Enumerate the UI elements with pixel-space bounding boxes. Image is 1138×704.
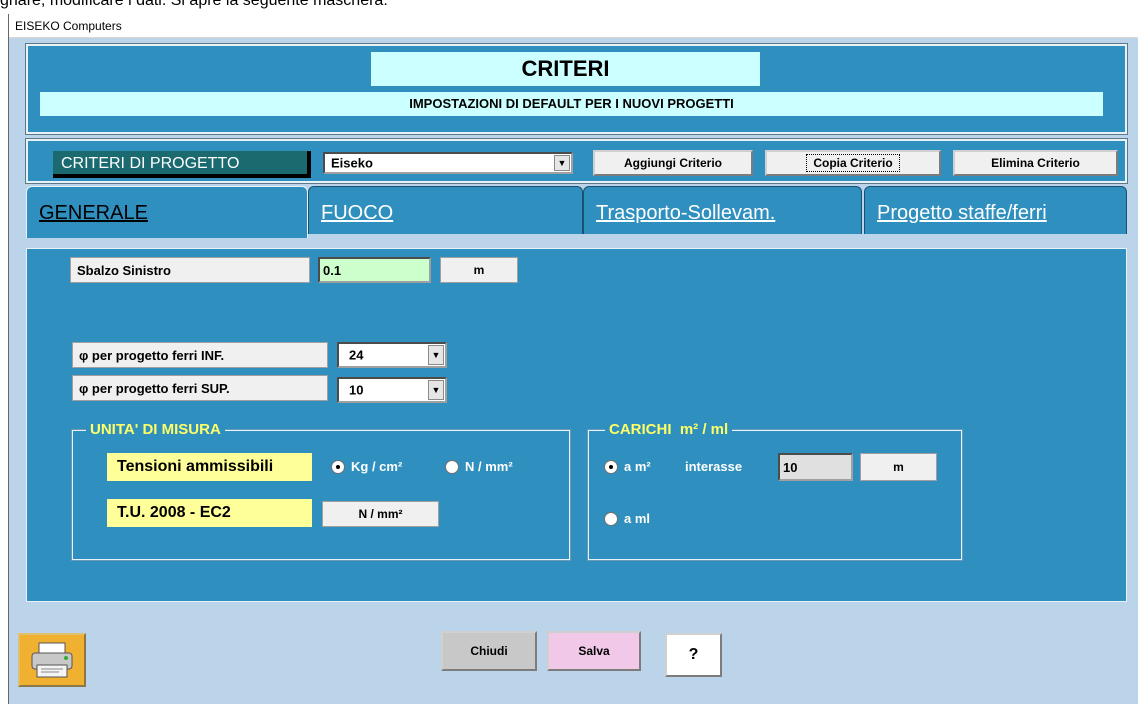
print-button[interactable] bbox=[18, 633, 86, 687]
interasse-unit: m bbox=[860, 453, 937, 481]
radio-unselected-icon bbox=[604, 511, 618, 526]
radio-kg-cm2-label: Kg / cm² bbox=[351, 459, 403, 474]
chevron-down-icon[interactable]: ▼ bbox=[428, 380, 444, 400]
tab-fuoco[interactable]: FUOCO bbox=[308, 186, 583, 234]
tu-unit: N / mm² bbox=[322, 501, 439, 527]
printer-icon bbox=[31, 642, 73, 678]
interasse-label: interasse bbox=[685, 459, 743, 474]
delete-criterion-button[interactable]: Elimina Criterio bbox=[953, 150, 1118, 176]
inf-bars-value: 24 bbox=[349, 347, 364, 363]
help-button[interactable]: ? bbox=[665, 633, 722, 677]
copy-criterion-button[interactable]: Copia Criterio bbox=[765, 150, 941, 176]
radio-a-m2-label: a m² bbox=[624, 459, 651, 474]
chevron-down-icon[interactable]: ▼ bbox=[554, 155, 570, 171]
sup-bars-value: 10 bbox=[349, 382, 364, 398]
radio-n-mm2-label: N / mm² bbox=[465, 459, 513, 474]
copy-criterion-label: Copia Criterio bbox=[806, 154, 900, 172]
window-titlebar: EISEKO Computers bbox=[9, 14, 1138, 38]
sbalzo-input[interactable]: 0.1 bbox=[318, 257, 431, 283]
radio-n-mm2[interactable]: N / mm² bbox=[445, 459, 513, 474]
radio-selected-icon bbox=[604, 459, 618, 474]
header-panel: CRITERI IMPOSTAZIONI DI DEFAULT PER I NU… bbox=[25, 43, 1128, 135]
sup-bars-label: φ per progetto ferri SUP. bbox=[72, 375, 328, 401]
page-title: CRITERI bbox=[371, 52, 760, 86]
loads-frame-title: CARICHI m² / ml bbox=[605, 421, 733, 438]
inf-bars-select[interactable]: 24 ▼ bbox=[337, 342, 447, 368]
radio-kg-cm2[interactable]: Kg / cm² bbox=[331, 459, 402, 474]
interasse-input[interactable]: 10 bbox=[778, 453, 853, 481]
sbalzo-unit: m bbox=[440, 257, 518, 283]
window-title: EISEKO Computers bbox=[15, 19, 122, 33]
tab-generale[interactable]: GENERALE bbox=[26, 186, 308, 238]
tensioni-label: Tensioni ammissibili bbox=[107, 453, 312, 481]
tu-label: T.U. 2008 - EC2 bbox=[107, 499, 312, 527]
tab-trasporto[interactable]: Trasporto-Sollevam. bbox=[583, 186, 862, 234]
page-subtitle: IMPOSTAZIONI DI DEFAULT PER I NUOVI PROG… bbox=[40, 92, 1103, 116]
tab-panel-generale: Sbalzo Sinistro 0.1 m φ per progetto fer… bbox=[26, 248, 1127, 602]
tab-progetto-staffe[interactable]: Progetto staffe/ferri bbox=[864, 186, 1127, 234]
document-caption: gnare, modificare i dati. Si apre la seg… bbox=[0, 0, 388, 9]
sbalzo-label: Sbalzo Sinistro bbox=[70, 257, 310, 283]
units-frame: UNITA' DI MISURA Tensioni ammissibili Kg… bbox=[71, 421, 571, 561]
radio-selected-icon bbox=[331, 459, 345, 474]
criteria-label: CRITERI DI PROGETTO bbox=[53, 151, 311, 178]
chevron-down-icon[interactable]: ▼ bbox=[428, 345, 444, 365]
app-window: EISEKO Computers CRITERI IMPOSTAZIONI DI… bbox=[8, 14, 1138, 704]
inf-bars-label: φ per progetto ferri INF. bbox=[72, 342, 328, 368]
units-frame-title: UNITA' DI MISURA bbox=[86, 421, 225, 438]
sup-bars-select[interactable]: 10 ▼ bbox=[337, 377, 447, 403]
criteria-select[interactable]: Eiseko ▼ bbox=[323, 152, 573, 174]
close-button[interactable]: Chiudi bbox=[441, 631, 537, 671]
radio-unselected-icon bbox=[445, 459, 459, 474]
criteria-select-value: Eiseko bbox=[331, 155, 373, 171]
radio-a-m2[interactable]: a m² bbox=[604, 459, 651, 474]
criteria-bar: CRITERI DI PROGETTO Eiseko ▼ Aggiungi Cr… bbox=[25, 138, 1128, 184]
radio-a-ml[interactable]: a ml bbox=[604, 511, 650, 526]
add-criterion-button[interactable]: Aggiungi Criterio bbox=[593, 150, 753, 176]
save-button[interactable]: Salva bbox=[547, 631, 641, 671]
loads-frame: CARICHI m² / ml a m² interasse 10 m a ml bbox=[587, 421, 963, 561]
radio-a-ml-label: a ml bbox=[624, 511, 651, 526]
